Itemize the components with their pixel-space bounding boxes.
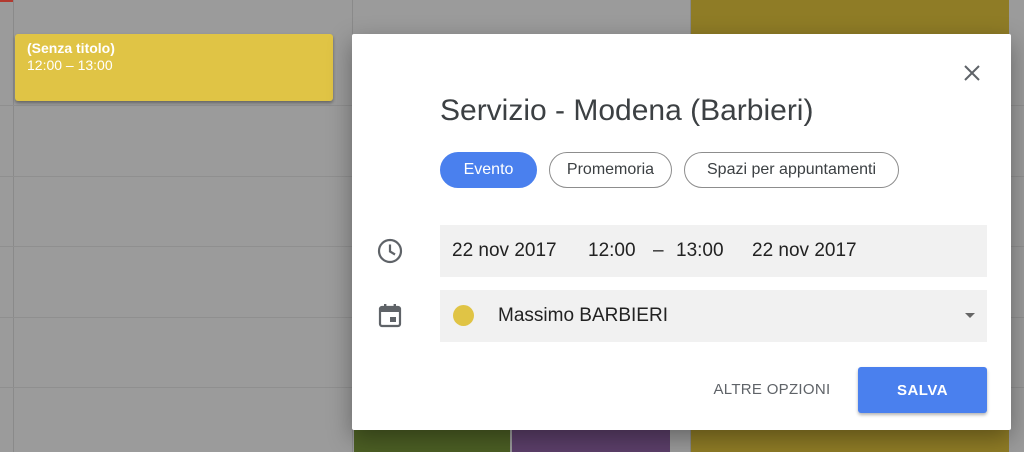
new-event-chip[interactable]: (Senza titolo) 12:00 – 13:00 (15, 34, 333, 101)
quick-event-dialog: Servizio - Modena (Barbieri) Evento Prom… (352, 34, 1011, 430)
calendar-color-dot (453, 305, 474, 326)
chevron-down-icon (965, 313, 975, 318)
event-chip-time: 12:00 – 13:00 (27, 57, 113, 73)
tab-evento[interactable]: Evento (440, 152, 537, 188)
more-options-button[interactable]: ALTRE OPZIONI (702, 367, 842, 411)
clock-icon (377, 238, 403, 264)
end-date-field[interactable]: 22 nov 2017 (752, 225, 857, 277)
calendar-event-block[interactable] (691, 0, 1009, 34)
tab-spazi-appuntamenti[interactable]: Spazi per appuntamenti (684, 152, 899, 188)
calendar-name: Massimo BARBIERI (498, 305, 668, 326)
event-chip-title: (Senza titolo) (27, 40, 115, 56)
time-separator: – (653, 240, 664, 261)
calendar-event-block[interactable] (691, 430, 1009, 452)
grid-divider (13, 0, 14, 452)
end-time-field[interactable]: 13:00 (676, 225, 724, 277)
tab-promemoria[interactable]: Promemoria (549, 152, 672, 188)
close-button[interactable] (957, 58, 987, 88)
event-title[interactable]: Servizio - Modena (Barbieri) (440, 94, 813, 128)
close-icon (964, 65, 980, 81)
current-time-indicator (0, 0, 14, 2)
calendar-event-block[interactable] (512, 430, 670, 452)
calendar-icon (378, 304, 402, 328)
date-time-row: 22 nov 2017 12:00 – 13:00 22 nov 2017 (440, 225, 987, 277)
start-date-field[interactable]: 22 nov 2017 (452, 225, 557, 277)
start-time-field[interactable]: 12:00 (588, 225, 636, 277)
save-button[interactable]: SALVA (858, 367, 987, 413)
calendar-event-block[interactable] (354, 430, 510, 452)
calendar-select[interactable]: Massimo BARBIERI (440, 290, 987, 342)
